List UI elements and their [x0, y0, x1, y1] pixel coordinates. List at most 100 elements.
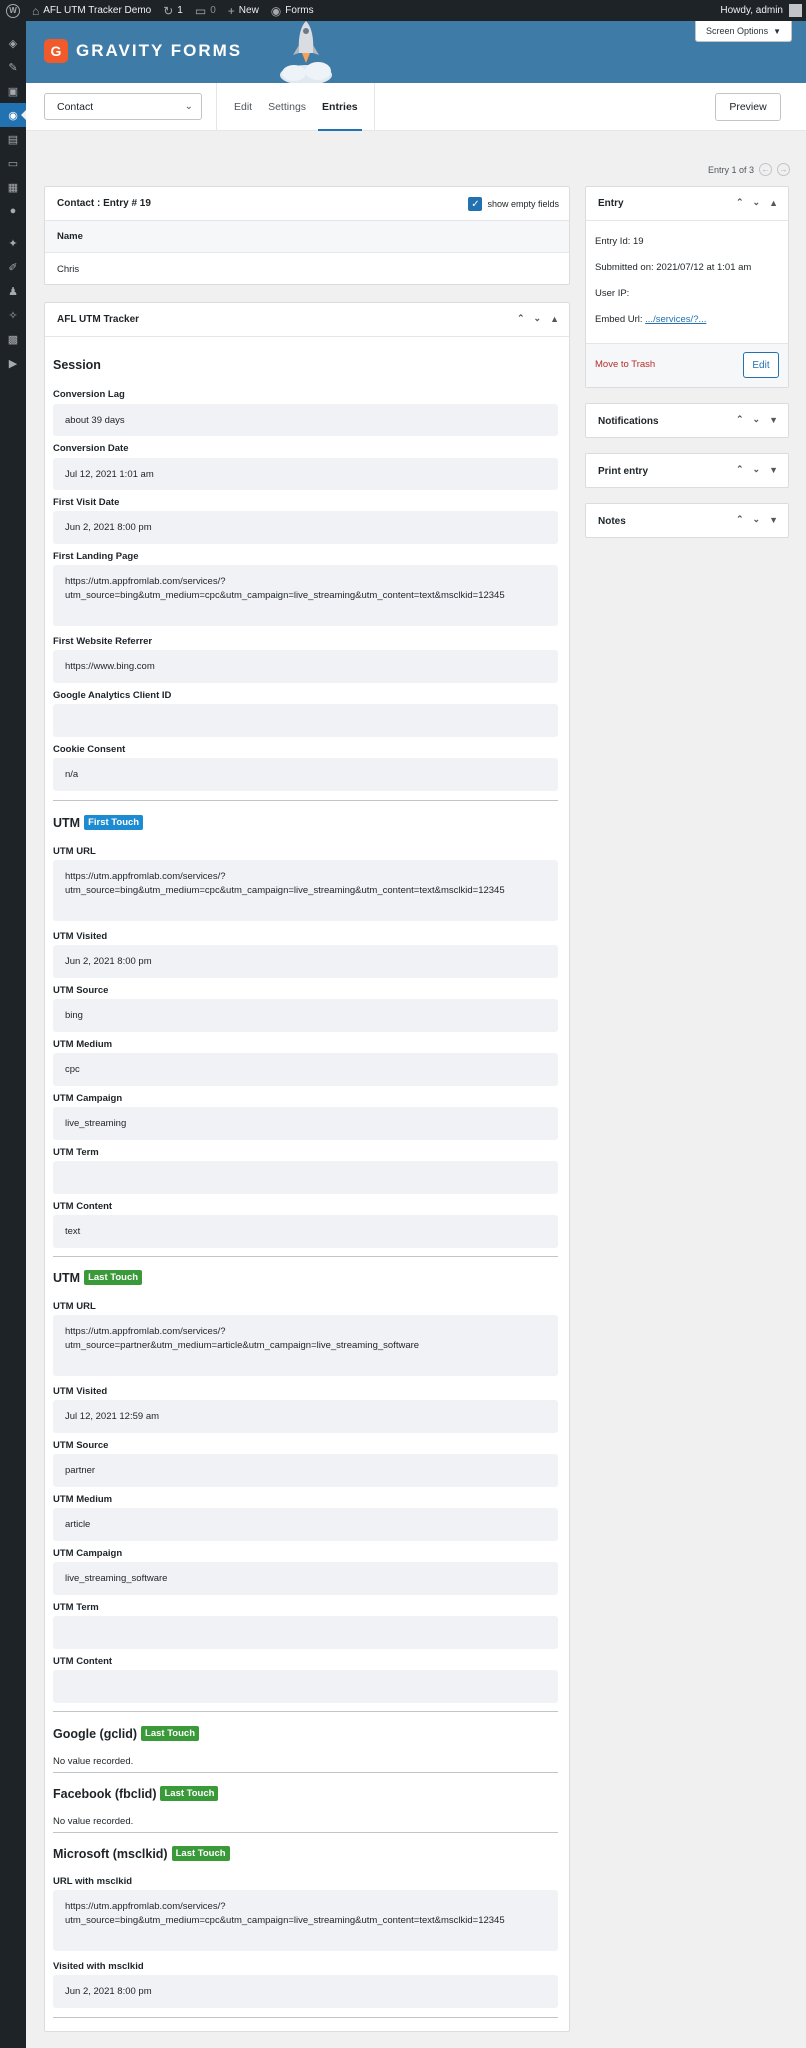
preview-button[interactable]: Preview	[715, 93, 781, 121]
appearance-icon[interactable]: ▦	[0, 175, 26, 199]
next-entry-icon[interactable]: →	[777, 163, 790, 176]
move-to-trash-link[interactable]: Move to Trash	[595, 359, 655, 370]
ft-utm-term-value	[53, 1161, 558, 1194]
home-icon: ⌂	[32, 3, 40, 18]
edit-entry-button[interactable]: Edit	[743, 352, 779, 378]
site-name-link[interactable]: ⌂ AFL UTM Tracker Demo	[26, 0, 157, 21]
divider	[53, 1256, 558, 1257]
forms-icon[interactable]: ◉	[0, 103, 26, 127]
form-selector[interactable]: Contact ⌄	[44, 93, 202, 120]
move-down-icon[interactable]: ⌄	[753, 414, 761, 425]
entry-submitted: Submitted on: 2021/07/12 at 1:01 am	[595, 262, 752, 273]
divider	[53, 800, 558, 801]
divider	[53, 1711, 558, 1712]
account-menu[interactable]: Howdy, admin	[714, 0, 806, 21]
move-up-icon[interactable]: ⌃	[736, 197, 744, 208]
comments-link[interactable]: ▭ 0	[189, 0, 222, 21]
divider	[374, 83, 375, 131]
divider	[216, 83, 217, 131]
box-controls: ⌃ ⌄ ▼	[727, 514, 778, 525]
notes-header[interactable]: Notes ⌃ ⌄ ▼	[586, 504, 788, 538]
print-entry-header[interactable]: Print entry ⌃ ⌄ ▼	[586, 454, 788, 488]
notifications-header[interactable]: Notifications ⌃ ⌄ ▼	[586, 404, 788, 438]
profile-icon[interactable]: ●	[0, 199, 26, 223]
facebook-fbclid-title: Facebook (fbclid)	[53, 1786, 157, 1801]
ft-utm-url-line-1: https://utm.appfromlab.com/services/?	[65, 871, 226, 882]
last-touch-badge: Last Touch	[160, 1786, 219, 1801]
settings-icon[interactable]: ▩	[0, 327, 26, 351]
move-down-icon[interactable]: ⌄	[753, 197, 761, 208]
wordpress-logo-icon[interactable]: W	[0, 0, 26, 21]
entry-actions: Move to Trash Edit	[586, 343, 788, 387]
screen-options-button[interactable]: Screen Options ▼	[695, 21, 792, 42]
show-empty-label: show empty fields	[487, 199, 559, 209]
dashboard-icon[interactable]: ◈	[0, 31, 26, 55]
move-up-icon[interactable]: ⌃	[517, 313, 525, 324]
ft-utm-visited-value: Jun 2, 2021 8:00 pm	[53, 945, 558, 978]
toggle-panel-icon[interactable]: ▼	[769, 465, 778, 475]
lt-utm-term-value	[53, 1616, 558, 1649]
move-up-icon[interactable]: ⌃	[736, 514, 744, 525]
move-down-icon[interactable]: ⌄	[534, 313, 542, 324]
contact-entry-title: Contact : Entry # 19	[57, 198, 151, 209]
plugins-icon[interactable]: ✦	[0, 231, 26, 255]
facebook-fbclid-heading: Facebook (fbclid) Last Touch	[53, 1786, 219, 1801]
box-controls: ⌃ ⌄ ▲	[508, 313, 559, 324]
lt-utm-content-label: UTM Content	[53, 1656, 113, 1667]
wrench-icon[interactable]: ✧	[0, 303, 26, 327]
collapse-icon[interactable]: ▶	[0, 351, 26, 375]
entry-user-ip: User IP:	[595, 288, 630, 299]
forms-link[interactable]: ◉ Forms	[265, 0, 320, 21]
toggle-panel-icon[interactable]: ▲	[769, 198, 778, 208]
tools-icon[interactable]: ✐	[0, 255, 26, 279]
last-touch-badge: Last Touch	[171, 1846, 230, 1861]
lt-utm-url-line-2: utm_source=partner&utm_medium=article&ut…	[65, 1340, 420, 1351]
ft-utm-campaign-label: UTM Campaign	[53, 1093, 123, 1104]
new-content-link[interactable]: + New	[222, 0, 265, 21]
tab-edit[interactable]: Edit	[226, 83, 260, 131]
first-visit-value: Jun 2, 2021 8:00 pm	[53, 511, 558, 544]
ft-utm-url-line-2: utm_source=bing&utm_medium=cpc&utm_campa…	[65, 885, 505, 896]
form-toolbar: Contact ⌄ Edit Settings Entries Preview	[26, 83, 806, 131]
updates-link[interactable]: ↻ 1	[157, 0, 189, 21]
admin-sidebar: ◈ ✎ ▣ ◉ ▤ ▭ ▦ ● ✦ ✐ ♟ ✧ ▩ ▶	[0, 21, 26, 2048]
previous-entry-icon[interactable]: ←	[759, 163, 772, 176]
lt-utm-source-value: partner	[53, 1454, 558, 1487]
tab-settings[interactable]: Settings	[260, 83, 314, 131]
move-down-icon[interactable]: ⌄	[753, 514, 761, 525]
google-gclid-title: Google (gclid)	[53, 1726, 138, 1741]
refresh-icon: ↻	[163, 3, 174, 18]
utm-tracker-header: AFL UTM Tracker ⌃ ⌄ ▲	[45, 303, 569, 337]
lt-utm-visited-label: UTM Visited	[53, 1386, 108, 1397]
screen-options-label: Screen Options	[706, 26, 769, 36]
move-up-icon[interactable]: ⌃	[736, 414, 744, 425]
tab-entries[interactable]: Entries	[314, 83, 366, 131]
lt-utm-url-line-1: https://utm.appfromlab.com/services/?	[65, 1326, 226, 1337]
toggle-panel-icon[interactable]: ▲	[550, 314, 559, 324]
embed-url-link[interactable]: .../services/?...	[645, 314, 706, 325]
show-empty-fields-toggle[interactable]: ✓ show empty fields	[468, 197, 559, 211]
ft-utm-visited-label: UTM Visited	[53, 931, 108, 942]
pages-icon[interactable]: ▤	[0, 127, 26, 151]
ft-utm-source-value: bing	[53, 999, 558, 1032]
box-controls: ⌃ ⌄ ▲	[727, 197, 778, 208]
move-up-icon[interactable]: ⌃	[736, 464, 744, 475]
contact-entry-box: Contact : Entry # 19 ✓ show empty fields…	[44, 186, 570, 285]
last-touch-badge: Last Touch	[141, 1726, 199, 1741]
rocket-icon	[280, 21, 332, 83]
media-icon[interactable]: ▣	[0, 79, 26, 103]
microsoft-msclkid-heading: Microsoft (msclkid) Last Touch	[53, 1846, 230, 1861]
facebook-fbclid-note: No value recorded.	[53, 1816, 134, 1827]
toggle-panel-icon[interactable]: ▼	[769, 515, 778, 525]
move-down-icon[interactable]: ⌄	[753, 464, 761, 475]
notifications-title: Notifications	[598, 415, 659, 427]
lt-utm-content-value	[53, 1670, 558, 1703]
ft-utm-term-label: UTM Term	[53, 1147, 99, 1158]
toggle-panel-icon[interactable]: ▼	[769, 415, 778, 425]
users-icon[interactable]: ♟	[0, 279, 26, 303]
conversion-lag-value: about 39 days	[53, 404, 558, 436]
pin-icon[interactable]: ✎	[0, 55, 26, 79]
comments-icon[interactable]: ▭	[0, 151, 26, 175]
utm-first-touch-heading: UTM First Touch	[53, 815, 144, 830]
ft-utm-url-label: UTM URL	[53, 846, 96, 857]
